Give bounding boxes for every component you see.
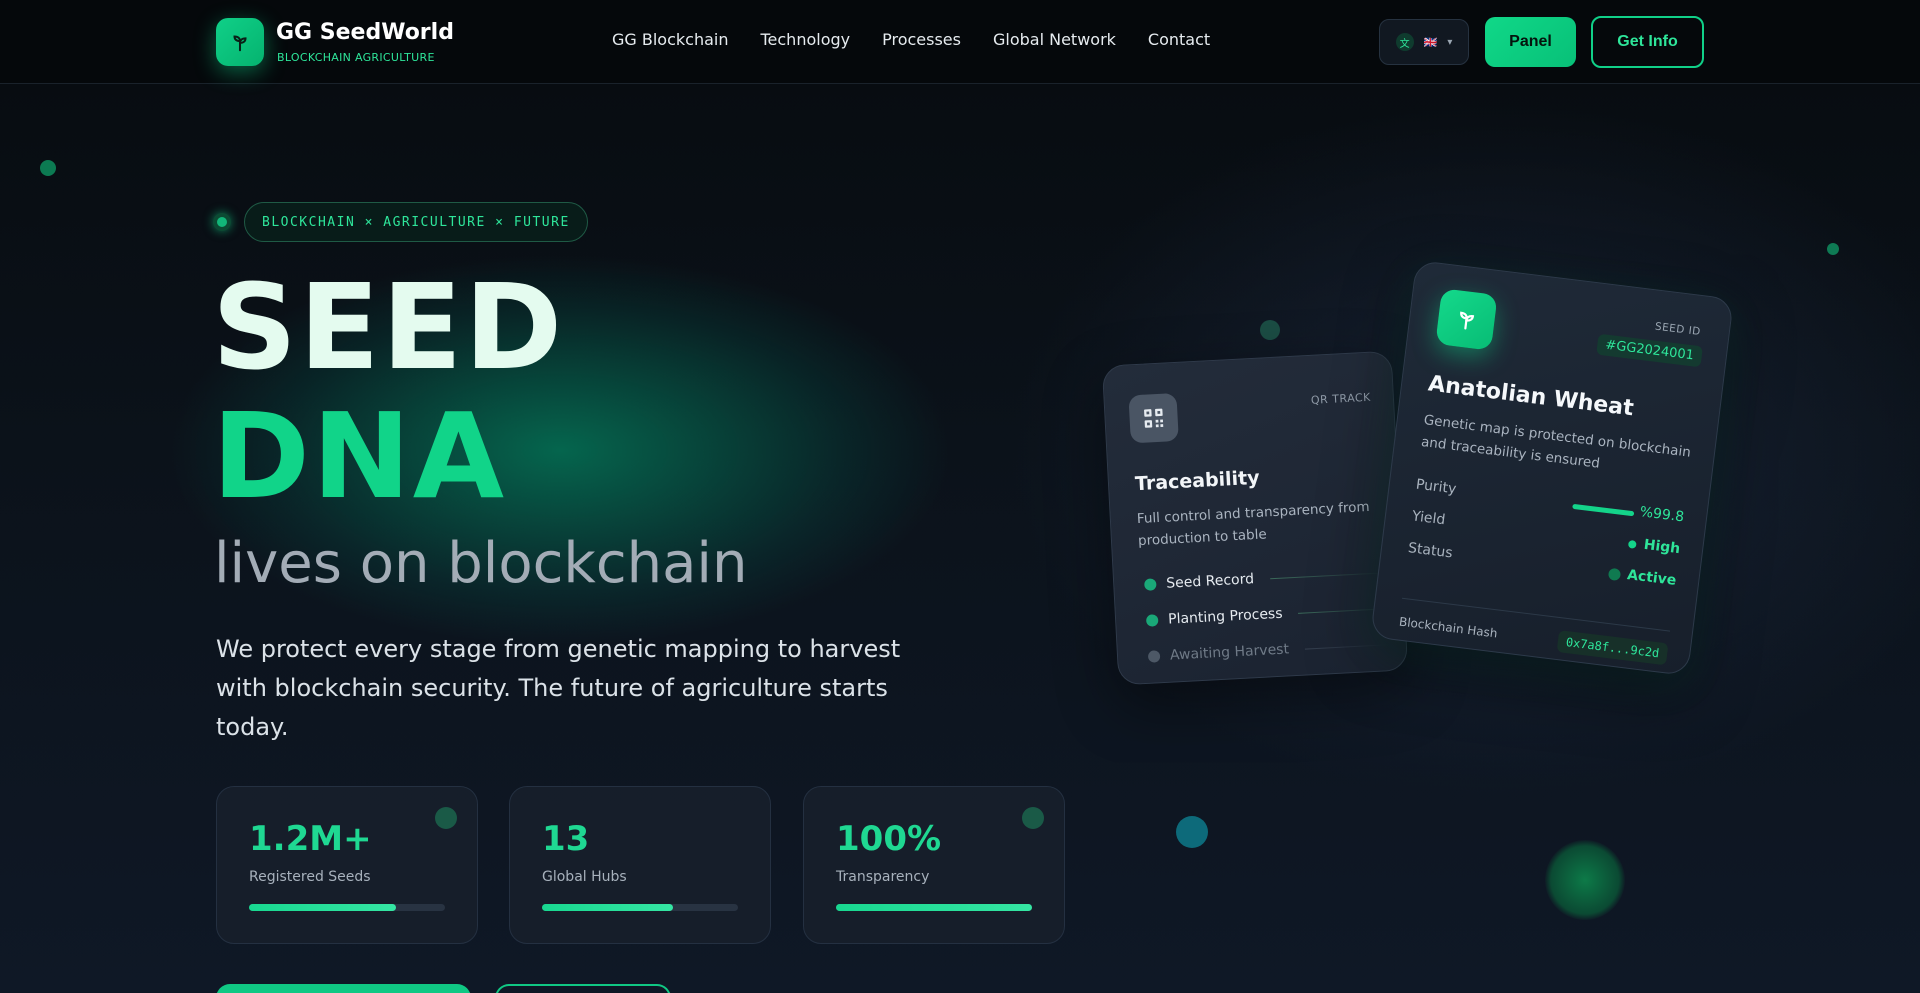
uk-flag-icon: 🇬🇧 — [1423, 35, 1438, 49]
status-dot-icon — [1607, 567, 1622, 582]
trace-step: Seed Record — [1144, 564, 1385, 593]
stat-progress-fill — [249, 904, 396, 911]
stat-progress-bar — [249, 904, 445, 911]
hero-title-tagline: lives on blockchain — [214, 531, 748, 596]
hero-description: We protect every stage from genetic mapp… — [216, 635, 901, 741]
decor-glow — [1545, 840, 1625, 920]
decor-dot — [1827, 243, 1839, 255]
step-pending-icon — [1147, 650, 1161, 663]
seed-card: SEED ID #GG2024001 Anatolian Wheat Genet… — [1370, 259, 1734, 677]
blockchain-hash: Blockchain Hash 0x7a8f...9c2d — [1398, 597, 1671, 666]
decor-dot — [1176, 816, 1208, 848]
nav-technology[interactable]: Technology — [760, 30, 850, 49]
trace-step: Planting Process — [1145, 600, 1387, 629]
stat-card-transparency: 100% Transparency — [803, 786, 1065, 944]
row-label: Yield — [1411, 508, 1447, 529]
decor-dot — [1260, 320, 1280, 340]
row-label: Status — [1407, 540, 1454, 562]
stat-label: Registered Seeds — [249, 869, 371, 885]
row-value: High — [1642, 536, 1682, 558]
stat-corner-dot — [435, 807, 457, 829]
step-done-icon — [1145, 614, 1159, 627]
trace-step-label: Planting Process — [1167, 605, 1283, 628]
step-done-icon — [1144, 578, 1157, 591]
trace-step: Awaiting Harvest — [1147, 636, 1389, 665]
brand-name[interactable]: GG SeedWorld — [276, 20, 454, 45]
stat-progress-bar — [836, 904, 1032, 911]
seed-id-value: #GG2024001 — [1596, 333, 1703, 368]
row-value: Active — [1626, 567, 1678, 589]
hero-title-seed: SEED — [212, 258, 565, 396]
stat-progress-fill — [542, 904, 674, 911]
card-tag: QR TRACK — [1310, 390, 1372, 407]
status-dot-icon — [1627, 539, 1637, 549]
stat-progress-bar — [542, 904, 738, 911]
nav-contact[interactable]: Contact — [1148, 30, 1210, 49]
brand-subtitle: BLOCKCHAIN AGRICULTURE — [277, 51, 435, 64]
nav-global-network[interactable]: Global Network — [993, 30, 1116, 49]
stat-card-seeds: 1.2M+ Registered Seeds — [216, 786, 478, 944]
sprout-icon — [1435, 288, 1498, 351]
stat-value: 1.2M+ — [249, 819, 372, 859]
purity-bar — [1572, 503, 1635, 517]
get-info-button[interactable]: Get Info — [1591, 16, 1704, 68]
hero-title-dna: DNA — [212, 387, 507, 525]
qr-code-icon — [1128, 392, 1179, 444]
stat-progress-fill — [836, 904, 1032, 911]
card-title: Traceability — [1134, 466, 1261, 496]
nav-gg-blockchain[interactable]: GG Blockchain — [612, 30, 728, 49]
card-text: Full control and transparency from produ… — [1136, 499, 1370, 550]
language-selector[interactable]: 文 🇬🇧 ▾ — [1379, 19, 1469, 65]
nav-processes[interactable]: Processes — [882, 30, 961, 49]
row-label: Purity — [1414, 476, 1458, 498]
seed-id-label: SEED ID — [1654, 320, 1702, 339]
site-header: GG SeedWorld BLOCKCHAIN AGRICULTURE GG B… — [0, 0, 1920, 84]
badge-pulse-dot — [213, 213, 231, 231]
hash-label: Blockchain Hash — [1398, 614, 1499, 641]
hash-value: 0x7a8f...9c2d — [1556, 630, 1669, 666]
card-text: Genetic map is protected on blockchain a… — [1420, 412, 1692, 472]
decor-dot — [40, 160, 56, 176]
trace-step-label: Seed Record — [1165, 571, 1255, 592]
primary-cta-button[interactable] — [216, 984, 471, 993]
stat-value: 100% — [836, 819, 942, 859]
stat-value: 13 — [542, 819, 590, 859]
row-value: %99.8 — [1638, 504, 1685, 526]
traceability-card: QR TRACK Traceability Full control and t… — [1101, 350, 1409, 686]
stat-card-hubs: 13 Global Hubs — [509, 786, 771, 944]
stat-label: Global Hubs — [542, 869, 627, 885]
hero-badge: BLOCKCHAIN × AGRICULTURE × FUTURE — [244, 202, 588, 242]
secondary-cta-button[interactable] — [495, 984, 671, 993]
stat-label: Transparency — [836, 869, 930, 885]
trace-step-label: Awaiting Harvest — [1169, 641, 1290, 664]
chevron-down-icon: ▾ — [1447, 36, 1453, 48]
stat-corner-dot — [1022, 807, 1044, 829]
translate-icon: 文 — [1395, 33, 1414, 51]
panel-button[interactable]: Panel — [1485, 17, 1576, 67]
logo-sprout-icon[interactable] — [216, 18, 264, 66]
main-nav: GG Blockchain Technology Processes Globa… — [612, 30, 1242, 49]
